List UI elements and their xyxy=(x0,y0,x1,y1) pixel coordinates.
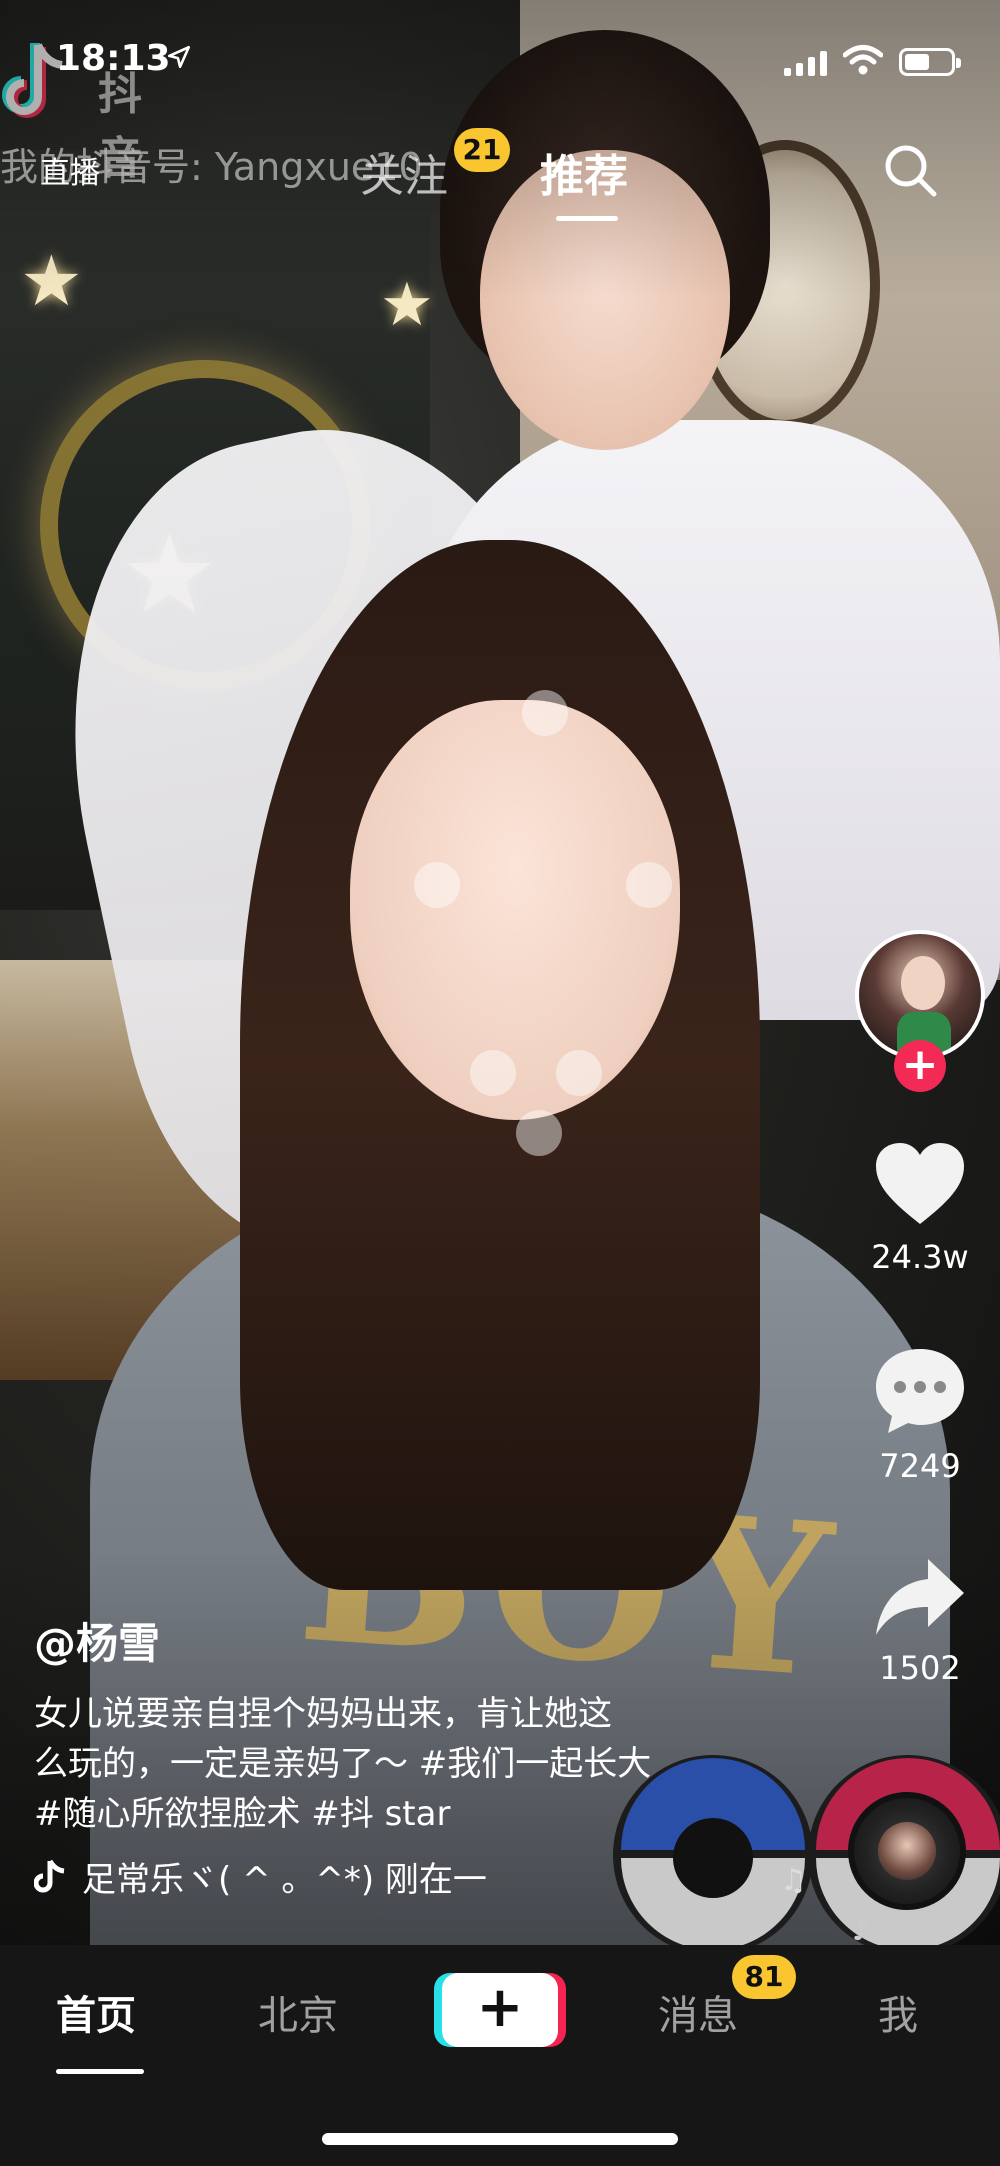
create-video-button[interactable]: + xyxy=(434,1973,566,2047)
like-button[interactable]: 24.3w xyxy=(855,1140,985,1276)
follow-button[interactable]: + xyxy=(894,1040,946,1092)
share-arrow-icon xyxy=(876,1559,964,1635)
heart-icon xyxy=(876,1143,964,1224)
music-title: 足常乐ヾ( ^ 。^*) 刚在一 xyxy=(82,1860,487,1900)
share-button[interactable]: 1502 xyxy=(855,1555,985,1687)
description-line: 女儿说要亲自捏个妈妈出来，肯让她这 xyxy=(34,1694,612,1734)
author-name[interactable]: @杨雪 xyxy=(34,1610,774,1671)
cellular-signal-icon xyxy=(784,50,827,76)
status-bar: 18:13 xyxy=(0,0,1000,120)
comment-button[interactable]: 7249 xyxy=(855,1345,985,1485)
comment-icon xyxy=(876,1349,964,1433)
status-time: 18:13 xyxy=(56,38,171,79)
battery-icon xyxy=(899,48,961,76)
bottom-navigation: 首页 北京 + 消息 81 我 xyxy=(0,1945,1000,2166)
face-control-dot xyxy=(522,690,568,736)
face-control-dot xyxy=(556,1050,602,1096)
woman-face xyxy=(350,700,680,1120)
music-info[interactable]: 足常乐ヾ( ^ 。^*) 刚在一 xyxy=(34,1852,487,1901)
avatar-head xyxy=(901,956,945,1010)
music-disc-cover xyxy=(878,1822,936,1880)
comment-count: 7249 xyxy=(879,1447,961,1485)
like-count: 24.3w xyxy=(871,1238,969,1276)
live-button[interactable]: 直播 xyxy=(40,148,100,192)
svg-text:♪: ♪ xyxy=(852,1914,870,1945)
face-control-dot xyxy=(414,862,460,908)
wifi-icon xyxy=(843,45,883,75)
battery-fill xyxy=(905,54,929,70)
plus-icon: + xyxy=(476,1975,524,2040)
create-wrap: + xyxy=(0,1945,1000,2166)
svg-text:♫: ♫ xyxy=(780,1863,807,1898)
location-arrow-icon xyxy=(167,45,191,69)
following-badge: 21 xyxy=(454,128,510,172)
share-count: 1502 xyxy=(879,1649,961,1687)
search-icon[interactable] xyxy=(880,140,940,200)
face-control-dot xyxy=(626,862,672,908)
active-tab-indicator xyxy=(556,216,618,221)
music-note-icon xyxy=(34,1859,65,1892)
tab-following[interactable]: 关注 xyxy=(360,140,448,204)
face-control-dot xyxy=(516,1110,562,1156)
music-disc[interactable] xyxy=(848,1792,966,1910)
tab-recommended[interactable]: 推荐 xyxy=(540,140,628,204)
face-control-dot xyxy=(470,1050,516,1096)
